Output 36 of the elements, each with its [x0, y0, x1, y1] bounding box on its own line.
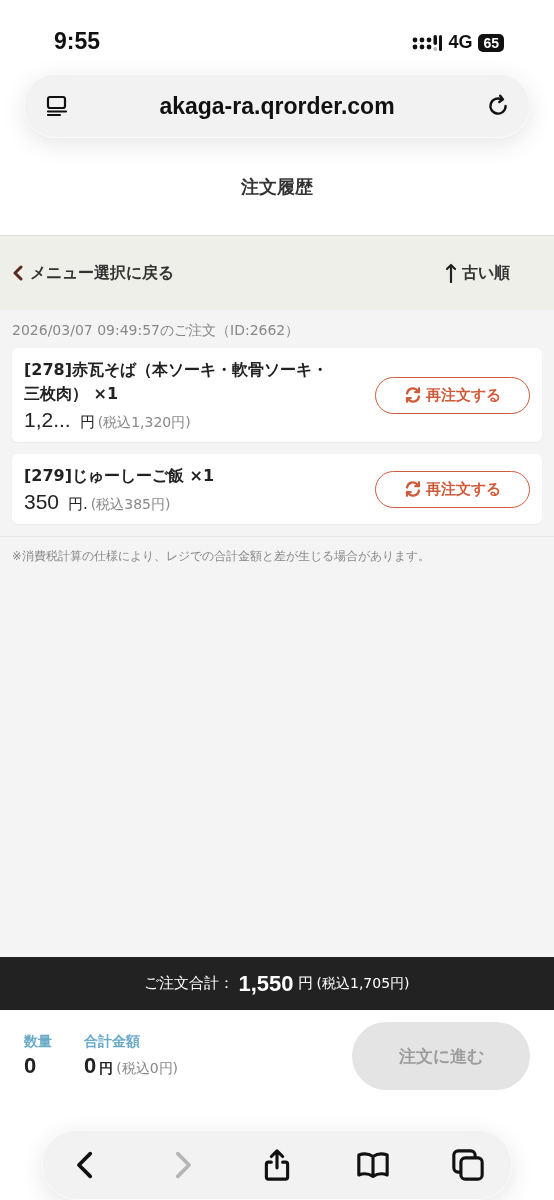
tax-included-price: (税込1,320円) — [97, 414, 191, 432]
tax-included-price: (税込385円) — [90, 496, 171, 514]
sort-toggle[interactable]: 古い順 — [446, 262, 510, 284]
tax-note: ※消費税計算の仕様により、レジでの合計金額と差が生じる場合があります。 — [0, 536, 554, 576]
chevron-left-icon — [12, 265, 24, 281]
tabs-icon[interactable] — [451, 1148, 485, 1182]
refresh-icon — [404, 386, 422, 404]
quantity-value: 0 — [24, 1053, 38, 1079]
item-name: [279]じゅーしーご飯 ×1 — [24, 465, 216, 487]
battery-indicator: 65 — [478, 33, 504, 52]
address-bar[interactable]: akaga-ra.qrorder.com — [24, 74, 530, 138]
sum-label: 合計金額 — [84, 1033, 141, 1051]
page-menu-icon[interactable] — [45, 94, 69, 118]
total-label: ご注文合計： — [144, 974, 235, 993]
back-link[interactable]: メニュー選択に戻る — [12, 262, 174, 284]
signal-icon — [412, 33, 443, 52]
up-arrow-icon — [446, 263, 456, 283]
item-name: [278]赤瓦そば（本ソーキ・軟骨ソーキ・三枚肉） ×1 — [24, 359, 330, 405]
clock-time: 9:55 — [54, 28, 101, 55]
network-label: 4G — [448, 32, 473, 53]
reorder-button[interactable]: 再注文する — [375, 470, 530, 508]
order-heading: 2026/03/07 09:49:57のご注文（ID:2662） — [12, 322, 301, 340]
item-price: 350 — [24, 490, 60, 514]
sum-value: 0 — [84, 1053, 97, 1079]
reorder-button[interactable]: 再注文する — [375, 376, 530, 414]
quantity-label: 数量 — [24, 1033, 52, 1051]
currency-unit: 円 — [79, 413, 95, 432]
total-unit: 円 — [297, 974, 313, 993]
item-price: 1,2... — [24, 408, 71, 432]
total-tax: (税込1,705円) — [316, 974, 410, 993]
sum-unit: 円 — [99, 1060, 114, 1078]
url-text: akaga-ra.qrorder.com — [159, 92, 395, 120]
sum-tax: (税込0円) — [116, 1060, 179, 1078]
total-amount: 1,550 — [238, 970, 294, 997]
refresh-icon — [404, 480, 422, 498]
currency-unit: 円. — [68, 495, 88, 514]
